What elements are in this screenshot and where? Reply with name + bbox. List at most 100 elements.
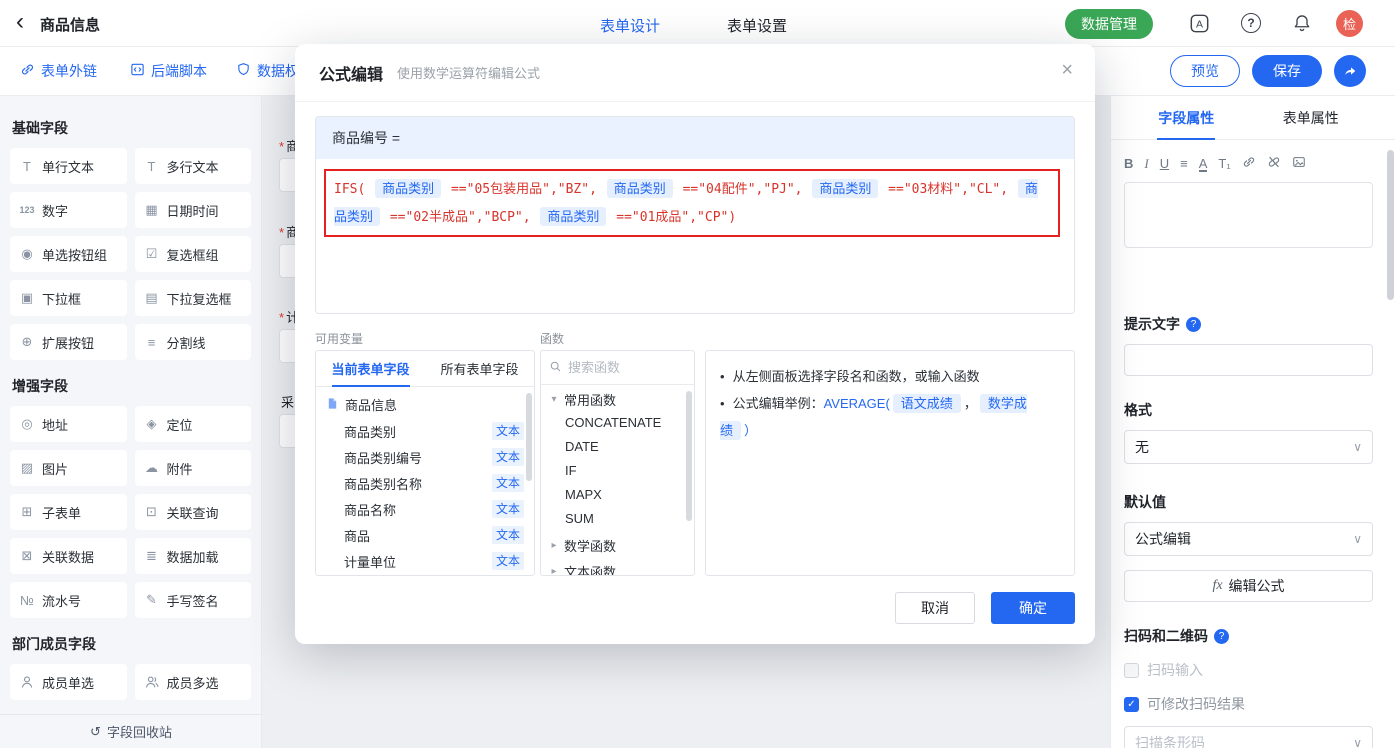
field-pill[interactable]: 商品类别 (607, 179, 673, 198)
field-type-image[interactable]: ▨图片 (10, 450, 127, 486)
field-type-dropdown-multi[interactable]: ▤下拉复选框 (135, 280, 252, 316)
bell-icon[interactable] (1291, 12, 1313, 34)
font-size-icon[interactable]: T₁ (1218, 156, 1230, 172)
align-icon[interactable]: ≡ (1180, 156, 1188, 172)
back-button[interactable]: ‹ (16, 9, 24, 35)
function-group-text[interactable]: ▸ 文本函数 (541, 559, 694, 576)
backend-script-button[interactable]: 后端脚本 (130, 61, 207, 81)
function-item-date[interactable]: DATE (541, 435, 694, 459)
field-type-datetime[interactable]: ▦日期时间 (135, 192, 252, 228)
insert-image-icon[interactable] (1292, 155, 1306, 173)
field-type-location[interactable]: ◈定位 (135, 406, 252, 442)
field-type-radio-group[interactable]: ◉单选按钮组 (10, 236, 127, 272)
default-value-select[interactable]: 公式编辑 ∨ (1124, 522, 1373, 556)
field-type-linked-query[interactable]: ⊡关联查询 (135, 494, 252, 530)
variable-row[interactable]: 商品类别文本 (316, 418, 534, 444)
hint-text-input[interactable] (1124, 344, 1373, 376)
variable-row[interactable]: 计量单位文本 (316, 548, 534, 574)
function-item-mapx[interactable]: MAPX (541, 483, 694, 507)
field-description-editor[interactable] (1124, 182, 1373, 248)
field-pill[interactable]: 商品类别 (812, 179, 878, 198)
tab-form-properties[interactable]: 表单属性 (1249, 96, 1374, 139)
italic-icon[interactable]: I (1144, 156, 1148, 172)
field-type-serial-number[interactable]: №流水号 (10, 582, 127, 618)
field-type-checkbox-group[interactable]: ☑复选框组 (135, 236, 252, 272)
scan-modify-checkbox[interactable]: ✓ (1124, 697, 1139, 712)
function-group-common[interactable]: ▾ 常用函数 (541, 387, 694, 411)
function-search-input[interactable] (568, 360, 686, 375)
page-scrollbar[interactable] (1387, 150, 1394, 300)
field-type-single-line-text[interactable]: T单行文本 (10, 148, 127, 184)
formula-expression[interactable]: IFS( 商品类别 =="05包装用品","BZ", 商品类别 =="04配件"… (324, 169, 1060, 237)
scan-input-option[interactable]: 扫码输入 (1124, 660, 1373, 680)
field-type-divider[interactable]: ≡分割线 (135, 324, 252, 360)
save-button[interactable]: 保存 (1252, 55, 1322, 87)
formula-input-area[interactable]: IFS( 商品类别 =="05包装用品","BZ", 商品类别 =="04配件"… (316, 159, 1074, 314)
function-group-math[interactable]: ▸ 数学函数 (541, 533, 694, 557)
variables-group-row[interactable]: 商品信息 (316, 387, 534, 418)
scan-input-checkbox[interactable] (1124, 663, 1139, 678)
field-type-address[interactable]: ◎地址 (10, 406, 127, 442)
data-manage-button[interactable]: 数据管理 (1065, 9, 1153, 39)
avatar[interactable]: 检 (1336, 10, 1363, 37)
variable-row[interactable]: 商品类别编号文本 (316, 444, 534, 470)
field-type-dropdown[interactable]: ▣下拉框 (10, 280, 127, 316)
help-icon[interactable]: ? (1241, 13, 1261, 33)
cancel-button[interactable]: 取消 (895, 592, 975, 624)
field-type-extend-button[interactable]: ⊕扩展按钮 (10, 324, 127, 360)
function-search[interactable] (541, 351, 694, 385)
formula-target-bar: 商品编号 = (316, 117, 1074, 159)
help-tip-1-text: 从左侧面板选择字段名和函数，或输入函数 (733, 369, 980, 384)
underline-icon[interactable]: U (1160, 156, 1169, 172)
remove-link-icon[interactable] (1267, 155, 1281, 173)
tab-field-properties[interactable]: 字段属性 (1124, 96, 1249, 139)
edit-formula-button[interactable]: fx 编辑公式 (1124, 570, 1373, 602)
scan-type-select[interactable]: 扫描条形码 ∨ (1124, 726, 1373, 748)
share-button[interactable] (1334, 55, 1366, 87)
tab-form-design[interactable]: 表单设计 (600, 15, 660, 36)
variable-row[interactable]: 商品名称文本 (316, 496, 534, 522)
field-pill[interactable]: 商品类别 (540, 207, 606, 226)
hint-help-icon[interactable]: ? (1186, 317, 1201, 332)
person-icon (19, 675, 35, 689)
field-recycle-bin[interactable]: ↺ 字段回收站 (0, 714, 262, 748)
tab-all-form-fields[interactable]: 所有表单字段 (425, 351, 534, 386)
field-type-linked-data[interactable]: ⊠关联数据 (10, 538, 127, 574)
example-field-pill: 语文成绩 (893, 394, 961, 413)
function-item-sum[interactable]: SUM (541, 507, 694, 531)
field-pill[interactable]: 商品类别 (375, 179, 441, 198)
field-type-subform[interactable]: ⊞子表单 (10, 494, 127, 530)
scan-modify-option[interactable]: ✓ 可修改扫码结果 (1124, 694, 1373, 714)
tab-current-form-fields[interactable]: 当前表单字段 (316, 351, 425, 386)
variable-row[interactable]: 商品文本 (316, 522, 534, 548)
tab-form-settings[interactable]: 表单设置 (727, 15, 787, 36)
field-type-signature[interactable]: ✎手写签名 (135, 582, 252, 618)
function-item-if[interactable]: IF (541, 459, 694, 483)
format-select[interactable]: 无 ∨ (1124, 430, 1373, 464)
insert-link-icon[interactable] (1242, 155, 1256, 173)
field-type-multi-line-text[interactable]: T多行文本 (135, 148, 252, 184)
variable-row[interactable]: 商品类别名称文本 (316, 470, 534, 496)
confirm-button[interactable]: 确定 (991, 592, 1075, 624)
field-type-data-load[interactable]: ≣数据加载 (135, 538, 252, 574)
shield-icon (236, 62, 251, 80)
language-icon[interactable]: A (1188, 12, 1210, 34)
modal-footer: 取消 确定 (895, 592, 1075, 624)
formula-code: =="03材料","CL", (880, 182, 1016, 197)
preview-button[interactable]: 预览 (1170, 55, 1240, 87)
close-icon[interactable]: × (1061, 60, 1073, 80)
scan-help-icon[interactable]: ? (1214, 629, 1229, 644)
font-color-icon[interactable]: A (1199, 157, 1208, 172)
functions-scrollbar[interactable] (686, 391, 692, 521)
field-type-member-multi[interactable]: 成员多选 (135, 664, 252, 700)
form-external-link-button[interactable]: 表单外链 (20, 61, 97, 81)
function-item-concatenate[interactable]: CONCATENATE (541, 411, 694, 435)
bold-icon[interactable]: B (1124, 156, 1133, 172)
fx-icon: fx (1212, 578, 1222, 594)
required-star: * (279, 139, 284, 154)
default-value-label: 默认值 (1124, 492, 1373, 512)
field-type-attachment[interactable]: ☁附件 (135, 450, 252, 486)
variables-scrollbar[interactable] (526, 393, 532, 481)
field-type-number[interactable]: 123数字 (10, 192, 127, 228)
field-type-member-single[interactable]: 成员单选 (10, 664, 127, 700)
